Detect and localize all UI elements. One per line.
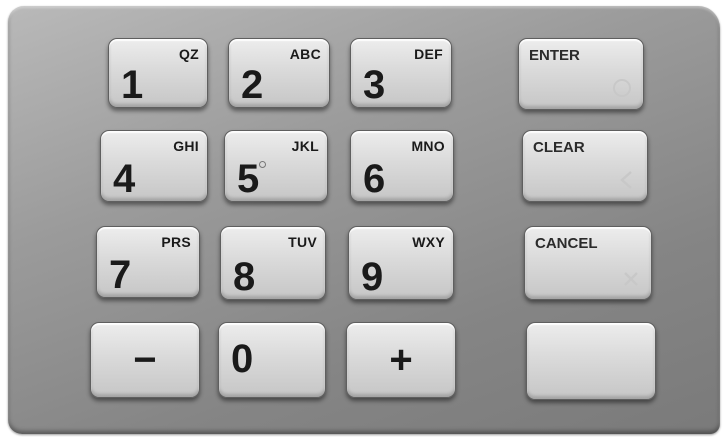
key-0-number: 0 — [231, 337, 254, 381]
key-1[interactable]: QZ 1 — [108, 38, 208, 108]
key-2-letters: ABC — [289, 46, 321, 62]
key-7[interactable]: PRS 7 — [96, 226, 200, 298]
key-1-number: 1 — [121, 63, 144, 107]
key-8-letters: TUV — [288, 234, 317, 250]
cancel-key[interactable]: CANCEL — [524, 226, 652, 300]
key-2[interactable]: ABC 2 — [228, 38, 330, 108]
key-9-letters: WXY — [412, 234, 445, 250]
key-4-letters: GHI — [173, 138, 199, 154]
key-5-letters: JKL — [291, 138, 319, 154]
key-1-letters: QZ — [178, 46, 199, 62]
tactile-dot-icon — [259, 161, 266, 168]
key-4[interactable]: GHI 4 — [100, 130, 208, 202]
chevron-left-icon — [620, 171, 632, 189]
key-9-number: 9 — [361, 255, 384, 299]
clear-key[interactable]: CLEAR — [522, 130, 648, 202]
key-6-letters: MNO — [411, 138, 445, 154]
key-3-letters: DEF — [414, 46, 443, 62]
key-4-number: 4 — [113, 157, 136, 201]
plus-key[interactable]: + — [346, 322, 456, 398]
minus-symbol: − — [133, 338, 157, 382]
key-5-number: 5 — [237, 157, 260, 201]
key-2-number: 2 — [241, 63, 264, 107]
key-8[interactable]: TUV 8 — [220, 226, 326, 300]
key-7-letters: PRS — [161, 234, 191, 250]
key-3[interactable]: DEF 3 — [350, 38, 452, 108]
circle-icon — [613, 79, 631, 97]
key-6-number: 6 — [363, 157, 386, 201]
minus-key[interactable]: − — [90, 322, 200, 398]
key-5[interactable]: JKL 5 — [224, 130, 328, 202]
key-6[interactable]: MNO 6 — [350, 130, 454, 202]
plus-symbol: + — [389, 338, 413, 382]
key-7-number: 7 — [109, 253, 132, 297]
cancel-label: CANCEL — [535, 235, 598, 252]
enter-key[interactable]: ENTER — [518, 38, 644, 110]
key-0[interactable]: 0 — [218, 322, 326, 398]
key-8-number: 8 — [233, 255, 256, 299]
blank-key[interactable] — [526, 322, 656, 400]
key-9[interactable]: WXY 9 — [348, 226, 454, 300]
x-icon — [624, 272, 638, 286]
clear-label: CLEAR — [533, 139, 585, 156]
key-3-number: 3 — [363, 63, 386, 107]
enter-label: ENTER — [529, 47, 580, 64]
